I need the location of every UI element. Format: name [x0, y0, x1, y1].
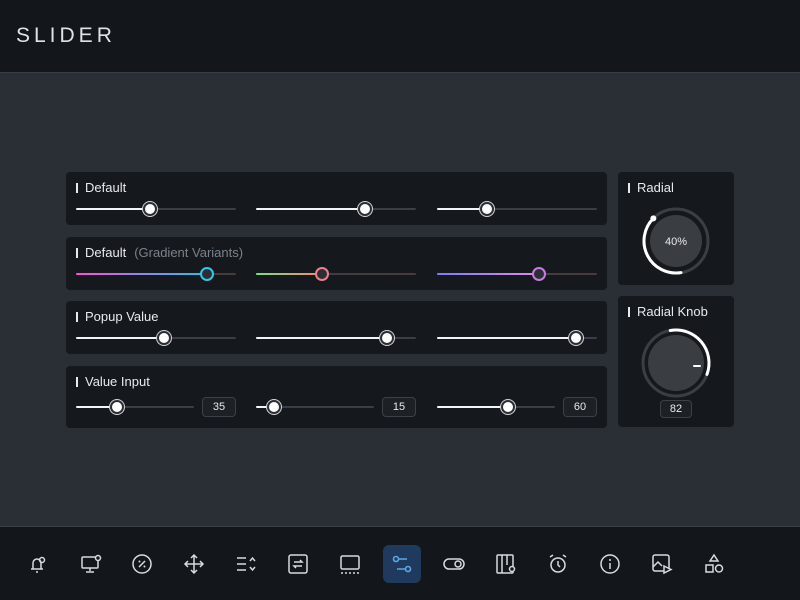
image-play-icon	[652, 554, 673, 575]
info-badge-button[interactable]	[591, 545, 629, 583]
slider[interactable]	[437, 331, 597, 345]
screen-dashed-icon	[340, 555, 360, 574]
slider[interactable]	[256, 400, 374, 414]
panel-title: Value Input	[76, 374, 150, 389]
app-header: SLIDER	[0, 0, 800, 73]
sliders-icon	[392, 555, 412, 573]
radial-knob-panel: Radial Knob 82	[618, 296, 734, 427]
slider[interactable]	[256, 202, 416, 216]
slider-fill	[437, 273, 540, 275]
slider[interactable]	[437, 202, 597, 216]
table-settings-icon	[496, 554, 516, 574]
shapes-button[interactable]	[695, 545, 733, 583]
slider-fill	[76, 208, 150, 210]
value-input-panel: Value Input 35 15 60	[66, 366, 607, 428]
image-play-button[interactable]	[643, 545, 681, 583]
slider-fill	[437, 406, 508, 408]
slider[interactable]	[76, 202, 236, 216]
slider-thumb[interactable]	[266, 400, 281, 414]
value-input[interactable]: 35	[202, 397, 236, 417]
slider-thumb[interactable]	[110, 400, 125, 414]
slider-thumb[interactable]	[142, 202, 157, 216]
slider[interactable]	[256, 331, 416, 345]
slider-thumb[interactable]	[157, 331, 171, 345]
popup-slider-panel: Popup Value	[66, 301, 607, 354]
slider-fill	[437, 337, 577, 339]
percent-badge-icon	[132, 554, 152, 574]
slider[interactable]	[437, 400, 555, 414]
slider[interactable]	[76, 400, 194, 414]
table-settings-button[interactable]	[487, 545, 525, 583]
panel-title-text: Popup Value	[85, 309, 159, 324]
radial-panel: Radial 40%	[618, 172, 734, 285]
slider-fill	[256, 208, 365, 210]
slider-thumb[interactable]	[357, 202, 372, 216]
slider-thumb[interactable]	[479, 202, 494, 216]
move-arrows-button[interactable]	[175, 545, 213, 583]
gradient-slider[interactable]	[76, 267, 236, 281]
panel-subtitle: (Gradient Variants)	[134, 245, 244, 260]
title-marker	[76, 311, 78, 322]
radial-handle	[650, 215, 657, 222]
panel-title-text: Default	[85, 245, 127, 260]
panel-title: Default	[76, 180, 126, 195]
panel-title-text: Default	[85, 180, 127, 195]
alarm-clock-icon	[549, 554, 567, 573]
move-arrows-icon	[183, 553, 205, 575]
gradient-slider[interactable]	[256, 267, 416, 281]
slider-fill	[76, 337, 164, 339]
monitor-settings-button[interactable]	[72, 545, 110, 583]
sort-list-icon	[237, 556, 256, 572]
knob-body	[648, 335, 704, 391]
slider-fill	[256, 273, 322, 275]
info-badge-icon	[600, 554, 620, 574]
shapes-icon	[705, 553, 724, 573]
bottom-toolbar	[0, 526, 800, 600]
slider-thumb[interactable]	[500, 400, 515, 414]
knob-value: 82	[660, 400, 692, 418]
sliders-button[interactable]	[383, 545, 421, 583]
default-slider-panel: Default	[66, 172, 607, 225]
slider-thumb[interactable]	[380, 331, 395, 345]
title-marker	[76, 247, 78, 258]
swap-arrows-icon	[288, 554, 308, 574]
title-marker	[76, 376, 78, 387]
panel-title: Popup Value	[76, 309, 159, 324]
toggle-switch-button[interactable]	[435, 545, 473, 583]
monitor-settings-icon	[81, 554, 102, 573]
toggle-switch-icon	[443, 558, 465, 570]
slider-fill	[76, 273, 208, 275]
notification-bell-button[interactable]	[18, 545, 56, 583]
value-input[interactable]: 60	[563, 397, 597, 417]
page-title: SLIDER	[16, 24, 116, 47]
slider-fill	[256, 337, 388, 339]
panel-title: Default (Gradient Variants)	[76, 245, 243, 260]
swap-arrows-button[interactable]	[279, 545, 317, 583]
percent-badge-button[interactable]	[123, 545, 161, 583]
radial-value: 40%	[665, 236, 687, 248]
slider-thumb[interactable]	[314, 267, 329, 281]
slider-thumb[interactable]	[200, 267, 215, 281]
alarm-clock-button[interactable]	[539, 545, 577, 583]
gradient-slider-panel: Default (Gradient Variants)	[66, 237, 607, 290]
gradient-slider[interactable]	[437, 267, 597, 281]
slider-thumb[interactable]	[569, 331, 584, 345]
notification-bell-icon	[31, 556, 46, 573]
sort-list-button[interactable]	[227, 545, 265, 583]
panel-title-text: Value Input	[85, 374, 150, 389]
screen-dashed-button[interactable]	[331, 545, 369, 583]
slider[interactable]	[76, 331, 236, 345]
value-input[interactable]: 15	[382, 397, 416, 417]
title-marker	[76, 182, 78, 193]
radial-progress[interactable]: 40%	[618, 172, 734, 285]
slider-thumb[interactable]	[532, 267, 547, 281]
